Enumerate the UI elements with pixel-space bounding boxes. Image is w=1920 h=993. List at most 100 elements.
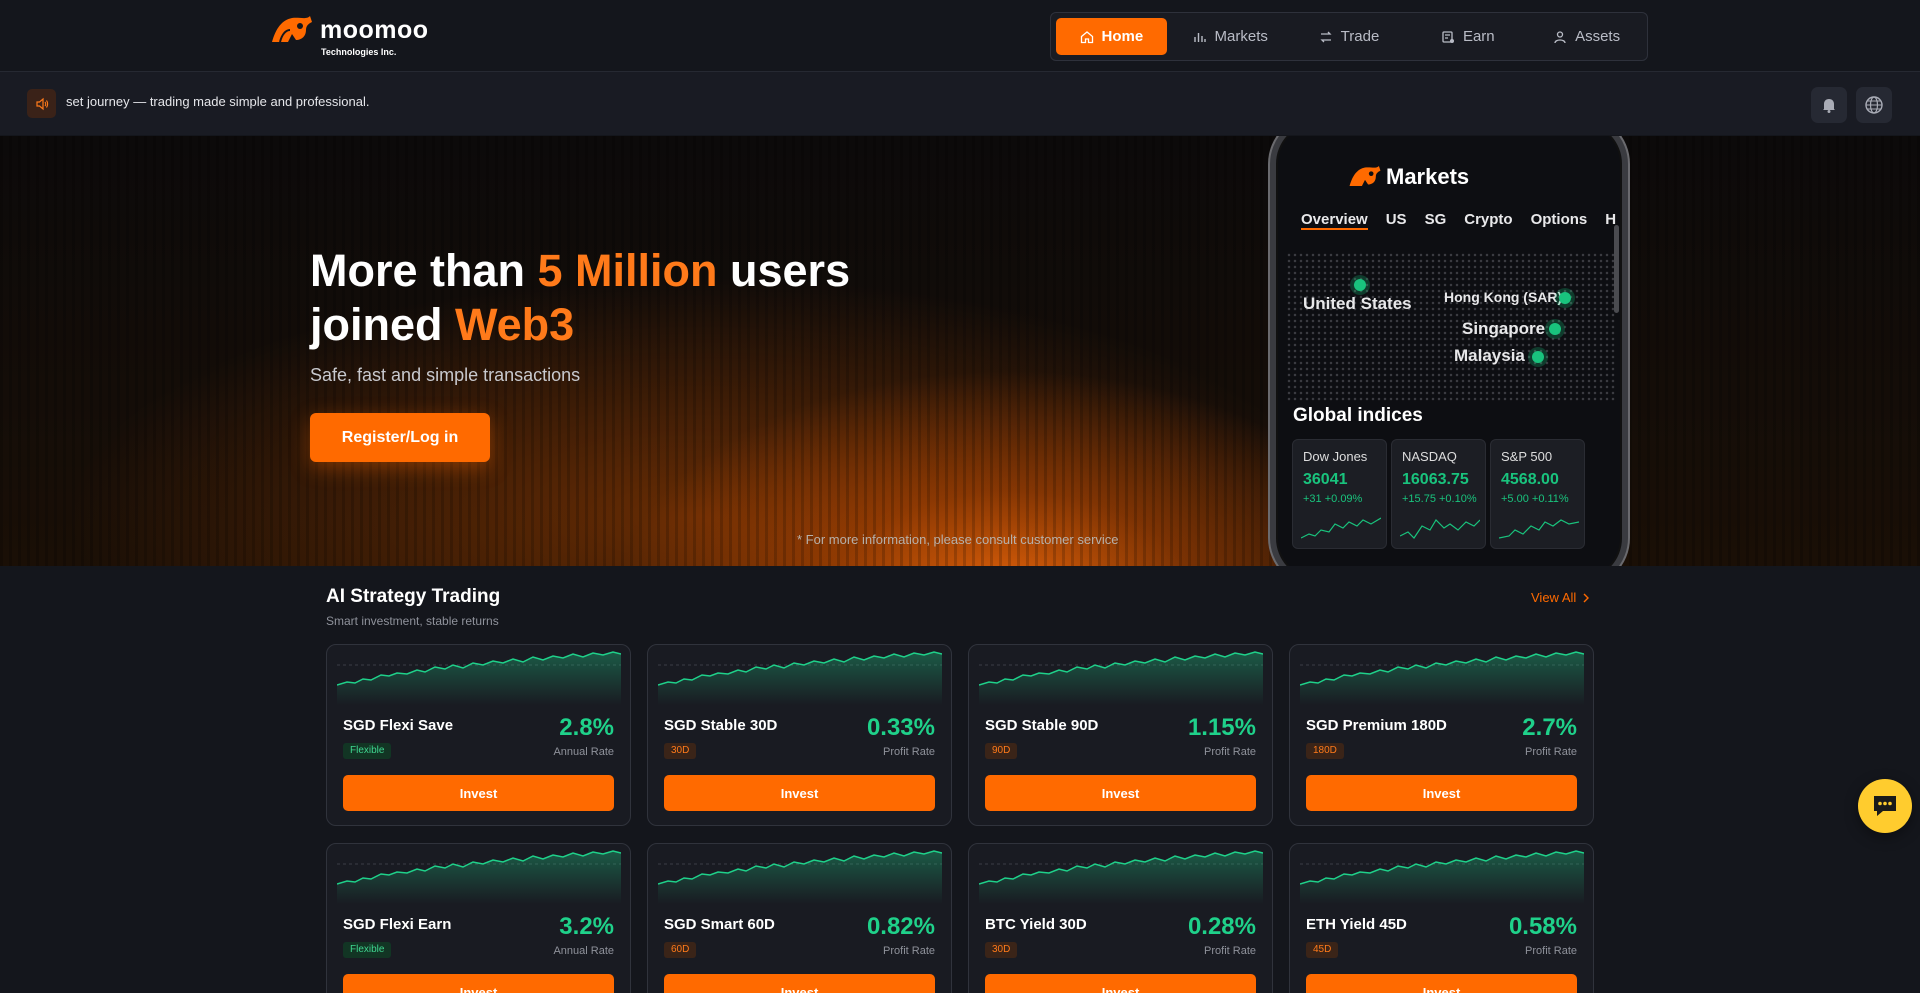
- product-sparkline: [658, 850, 942, 904]
- index-sparkline: [1499, 519, 1579, 539]
- main-nav: Home Markets Trade Earn Assets: [1050, 12, 1648, 61]
- product-rate-label: Profit Rate: [1204, 746, 1256, 758]
- hero-banner: More than 5 Million users joined Web3 Sa…: [0, 136, 1920, 566]
- map-marker: [1532, 351, 1544, 363]
- invest-button[interactable]: Invest: [664, 974, 935, 993]
- invest-button[interactable]: Invest: [343, 775, 614, 811]
- region-label: Hong Kong (SAR): [1444, 289, 1563, 305]
- index-card: S&P 500 4568.00 +5.00 +0.11%: [1490, 439, 1585, 549]
- announcement-bar: set journey — trading made simple and pr…: [0, 72, 1920, 135]
- index-name: NASDAQ: [1402, 449, 1457, 464]
- product-rate: 0.33%: [866, 714, 935, 741]
- view-all-label: View All: [1531, 590, 1577, 605]
- index-sparkline: [1400, 519, 1480, 539]
- user-icon: [1554, 30, 1566, 43]
- world-map: [1286, 252, 1616, 402]
- product-rate: 2.7%: [1522, 714, 1577, 741]
- map-marker: [1354, 279, 1366, 291]
- invest-button[interactable]: Invest: [985, 775, 1256, 811]
- nav-assets-label: Assets: [1575, 28, 1621, 45]
- index-change: +5.00 +0.11%: [1501, 493, 1569, 505]
- product-sparkline: [658, 651, 942, 705]
- invest-button[interactable]: Invest: [343, 974, 614, 993]
- top-header: moomoo Technologies Inc. Home Markets Tr…: [0, 0, 1920, 72]
- product-rate-label: Profit Rate: [1525, 746, 1577, 758]
- index-change: +15.75 +0.10%: [1402, 493, 1477, 505]
- product-sparkline: [337, 651, 621, 705]
- product-sparkline: [979, 651, 1263, 705]
- index-value: 16063.75: [1402, 471, 1469, 488]
- chat-icon: [1874, 796, 1896, 816]
- nav-assets[interactable]: Assets: [1531, 18, 1642, 55]
- nav-home-label: Home: [1101, 28, 1144, 45]
- product-sparkline: [1300, 651, 1584, 705]
- product-card[interactable]: SGD Premium 180D 180D 2.7% Profit Rate Inves…: [1289, 644, 1594, 826]
- invest-button[interactable]: Invest: [985, 974, 1256, 993]
- index-card: Dow Jones 36041 +31 +0.09%: [1292, 439, 1387, 549]
- product-card[interactable]: SGD Stable 30D 30D 0.33% Profit Rate Invest: [647, 644, 952, 826]
- product-card[interactable]: SGD Smart 60D 60D 0.82% Profit Rate Invest: [647, 843, 952, 993]
- phone-side-button: [1614, 225, 1619, 313]
- nav-markets[interactable]: Markets: [1175, 18, 1286, 55]
- hero-title: More than 5 Million users joined Web3: [310, 245, 851, 350]
- chevron-right-icon: [1583, 593, 1590, 602]
- product-rate: 2.8%: [559, 714, 614, 741]
- hero-subtitle: Safe, fast and simple transactions: [310, 365, 581, 385]
- invest-button[interactable]: Invest: [664, 775, 935, 811]
- product-rate-label: Annual Rate: [553, 746, 614, 758]
- nav-earn-label: Earn: [1462, 28, 1495, 45]
- nav-earn[interactable]: Earn: [1412, 18, 1523, 55]
- nav-home[interactable]: Home: [1056, 18, 1167, 55]
- hero-disclaimer: * For more information, please consult c…: [797, 532, 1119, 547]
- nav-markets-label: Markets: [1214, 28, 1268, 45]
- index-change: +31 +0.09%: [1303, 493, 1363, 505]
- product-badge: 60D: [664, 942, 697, 958]
- product-rate: 3.2%: [559, 913, 614, 940]
- wallet-icon: [1442, 30, 1454, 43]
- product-badge: 90D: [985, 743, 1018, 759]
- index-value: 36041: [1303, 471, 1348, 488]
- product-badge: 30D: [664, 743, 697, 759]
- bar-chart-icon: [1193, 32, 1206, 42]
- product-card[interactable]: BTC Yield 30D 30D 0.28% Profit Rate Invest: [968, 843, 1273, 993]
- product-name: SGD Premium 180D: [1306, 717, 1447, 734]
- product-badge: 180D: [1306, 743, 1344, 759]
- product-card[interactable]: SGD Flexi Earn Flexible 3.2% Annual Rate Inv…: [326, 843, 631, 993]
- product-badge: Flexible: [343, 942, 392, 958]
- nav-trade[interactable]: Trade: [1294, 18, 1405, 55]
- product-card[interactable]: SGD Flexi Save Flexible 2.8% Annual Rate Inv…: [326, 644, 631, 826]
- product-card[interactable]: ETH Yield 45D 45D 0.58% Profit Rate Invest: [1289, 843, 1594, 993]
- product-rate-label: Profit Rate: [883, 945, 935, 957]
- product-name: SGD Smart 60D: [664, 916, 775, 933]
- index-sparkline: [1301, 517, 1381, 539]
- phone-title: Markets: [1386, 164, 1470, 189]
- product-sparkline: [337, 850, 621, 904]
- product-badge: 45D: [1306, 942, 1339, 958]
- notifications-button[interactable]: [1811, 87, 1847, 123]
- product-name: SGD Stable 30D: [664, 717, 778, 734]
- product-name: SGD Stable 90D: [985, 717, 1099, 734]
- phone-tab-crypto: Crypto: [1464, 211, 1513, 228]
- chat-button[interactable]: [1858, 779, 1912, 833]
- register-login-button[interactable]: Register/Log in: [310, 413, 490, 462]
- moomoo-logo-icon: [1349, 165, 1381, 187]
- index-name: Dow Jones: [1303, 449, 1368, 464]
- nav-trade-label: Trade: [1340, 28, 1380, 45]
- product-rate-label: Annual Rate: [553, 945, 614, 957]
- product-rate: 1.15%: [1187, 714, 1256, 741]
- invest-button[interactable]: Invest: [1306, 775, 1577, 811]
- product-rate: 0.82%: [866, 913, 935, 940]
- globe-icon: [1865, 96, 1883, 114]
- product-name: SGD Flexi Earn: [343, 916, 452, 933]
- language-button[interactable]: [1856, 87, 1892, 123]
- region-label: Singapore: [1462, 319, 1546, 338]
- brand-name: moomoo: [320, 16, 429, 44]
- product-sparkline: [1300, 850, 1584, 904]
- view-all-link[interactable]: View All: [1531, 590, 1590, 605]
- region-label: United States: [1303, 294, 1412, 313]
- invest-button[interactable]: Invest: [1306, 974, 1577, 993]
- product-card[interactable]: SGD Stable 90D 90D 1.15% Profit Rate Invest: [968, 644, 1273, 826]
- region-label: Malaysia: [1454, 346, 1525, 365]
- phone-tabs: Overview US SG Crypto Options H: [1301, 211, 1616, 230]
- brand-logo[interactable]: moomoo Technologies Inc.: [270, 12, 440, 60]
